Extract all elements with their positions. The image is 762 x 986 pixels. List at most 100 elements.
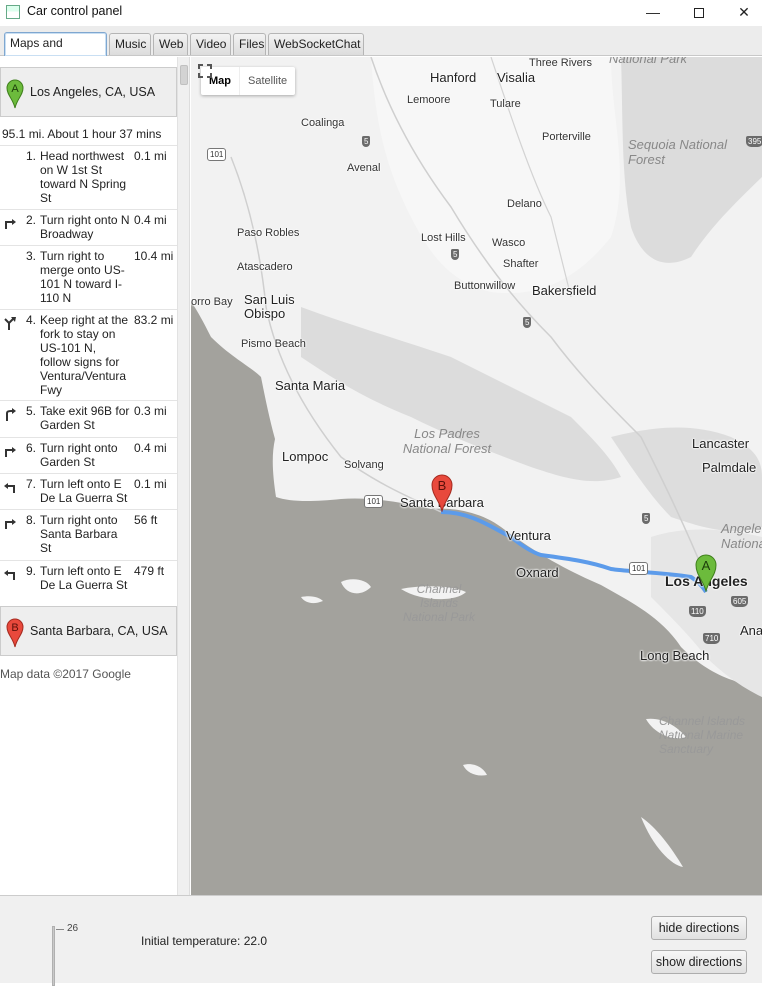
map-label-los-padres: Los Padres National Forest [402, 426, 492, 456]
title-bar: Car control panel — ✕ [0, 0, 762, 26]
step-number: 2. [25, 213, 36, 227]
temperature-slider[interactable] [52, 926, 55, 986]
highway-5-shield: 5 [362, 136, 371, 147]
step-text: Turn right onto Santa Barbara St [40, 513, 118, 555]
step-number: 6. [25, 441, 36, 455]
map-label-lost-hills: Lost Hills [421, 232, 466, 244]
step-distance: 83.2 mi [134, 313, 174, 327]
step-number: 4. [25, 313, 36, 327]
map-copyright: Map data ©2017 Google [0, 667, 131, 681]
directions-scrollbar[interactable] [177, 57, 189, 895]
tab-bar: Maps and Routes Music Web Video Files We… [0, 26, 762, 70]
map-label-channel-islands: Channel Islands National Park [402, 582, 476, 624]
map-label-buttonwillow: Buttonwillow [454, 280, 516, 292]
show-directions-button[interactable]: show directions [651, 950, 747, 974]
origin-waypoint[interactable]: A Los Angeles, CA, USA [0, 67, 177, 117]
step-text: Turn right onto N Broadway [40, 213, 130, 241]
island [641, 817, 683, 867]
scrollbar-thumb[interactable] [180, 65, 188, 85]
map-label-lompoc: Lompoc [282, 449, 329, 464]
tab-files[interactable]: Files [233, 33, 266, 55]
maximize-button[interactable] [676, 0, 722, 26]
direction-step[interactable]: 6. Turn right onto Garden St 0.4 mi [0, 437, 177, 473]
map-label-delano: Delano [507, 198, 542, 210]
map-label-ventura: Ventura [506, 528, 551, 543]
step-number: 3. [25, 249, 36, 263]
map-label-avenal: Avenal [347, 162, 381, 174]
map-label-anaheim: Ana [740, 623, 762, 638]
step-number: 1. [25, 149, 36, 163]
svg-text:A: A [702, 558, 711, 573]
direction-step[interactable]: 3. Turn right to merge onto US-101 N tow… [0, 245, 177, 309]
bottom-controls: 26 Initial temperature: 22.0 hide direct… [0, 895, 762, 986]
tab-web[interactable]: Web [153, 33, 188, 55]
step-distance: 0.3 mi [134, 404, 167, 418]
step-text: Turn left onto E De La Guerra St [40, 477, 128, 505]
destination-waypoint[interactable]: B Santa Barbara, CA, USA [0, 606, 177, 656]
map-label-paso-robles: Paso Robles [237, 227, 300, 239]
step-distance: 479 ft [134, 564, 165, 578]
map-label-visalia: Visalia [497, 70, 536, 85]
svg-text:B: B [438, 478, 447, 493]
minimize-button[interactable]: — [630, 0, 676, 26]
map-label-san-luis-obispo: San Luis Obispo [244, 292, 295, 321]
close-button[interactable]: ✕ [721, 0, 762, 26]
highway-710-shield: 710 [703, 633, 721, 644]
step-distance: 0.1 mi [134, 477, 167, 491]
destination-address: Santa Barbara, CA, USA [30, 624, 168, 638]
marker-a-icon: A [6, 79, 24, 109]
direction-step[interactable]: 4. Keep right at the fork to stay on US-… [0, 309, 177, 400]
app-icon [6, 5, 20, 19]
tab-music[interactable]: Music [109, 33, 151, 55]
hide-directions-button[interactable]: hide directions [651, 916, 747, 940]
map-label-palmdale: Palmdale [702, 460, 757, 475]
step-number: 8. [25, 513, 36, 527]
marker-b-icon[interactable]: B [431, 474, 453, 512]
marker-b-icon: B [6, 618, 24, 648]
map-label-hanford: Hanford [430, 70, 477, 85]
tab-video[interactable]: Video [190, 33, 231, 55]
highway-110-shield: 110 [689, 606, 706, 617]
step-text: Take exit 96B for Garden St [40, 404, 130, 432]
direction-step[interactable]: 2. Turn right onto N Broadway 0.4 mi [0, 209, 177, 245]
step-number: 7. [25, 477, 36, 491]
direction-step[interactable]: 5. Take exit 96B for Garden St 0.3 mi [0, 400, 177, 437]
slider-max-label: 26 [67, 923, 79, 934]
map-label-porterville: Porterville [542, 131, 591, 143]
highway-605-shield: 605 [731, 596, 749, 607]
directions-panel: A Los Angeles, CA, USA 95.1 mi. About 1 … [0, 57, 190, 895]
map-type-satellite-button[interactable]: Satellite [239, 67, 295, 95]
turn-right-icon [5, 447, 16, 457]
map-label-tulare: Tulare [490, 98, 521, 110]
fullscreen-icon[interactable] [191, 57, 219, 85]
step-number: 9. [25, 564, 36, 578]
map-label-solvang: Solvang [344, 459, 384, 471]
marker-a-icon[interactable]: A [695, 554, 717, 592]
map-view[interactable]: Map Satellite Three Rivers National Park… [191, 57, 762, 895]
highway-395-shield: 395 [746, 136, 762, 147]
fork-right-icon [4, 317, 16, 330]
map-label-pismo-beach: Pismo Beach [241, 338, 306, 350]
map-label-atascadero: Atascadero [237, 261, 293, 273]
tab-websocketchat[interactable]: WebSocketChat [268, 33, 364, 55]
highway-5-shield: 5 [523, 317, 532, 328]
map-label-wasco: Wasco [492, 237, 526, 249]
turn-left-icon [4, 570, 15, 580]
turn-left-icon [4, 483, 15, 493]
ramp-right-icon [6, 408, 16, 421]
map-label-santa-maria: Santa Maria [275, 378, 346, 393]
map-label-long-beach: Long Beach [640, 648, 710, 663]
step-text: Turn left onto E De La Guerra St [40, 564, 128, 592]
direction-step[interactable]: 8. Turn right onto Santa Barbara St 56 f… [0, 509, 177, 560]
direction-step[interactable]: 9. Turn left onto E De La Guerra St 479 … [0, 560, 177, 598]
direction-step[interactable]: 1. Head northwest on W 1st St toward N S… [0, 145, 177, 209]
route-summary: 95.1 mi. About 1 hour 37 mins [2, 127, 162, 141]
tab-maps-and-routes[interactable]: Maps and Routes [4, 32, 107, 70]
directions-steps: 1. Head northwest on W 1st St toward N S… [0, 145, 177, 598]
map-label-three-rivers: Three Rivers [529, 57, 592, 69]
map-label-morro-bay: orro Bay [191, 296, 233, 308]
step-text: Keep right at the fork to stay on US-101… [40, 313, 129, 397]
island [463, 764, 487, 776]
direction-step[interactable]: 7. Turn left onto E De La Guerra St 0.1 … [0, 473, 177, 509]
map-canvas [191, 57, 762, 867]
